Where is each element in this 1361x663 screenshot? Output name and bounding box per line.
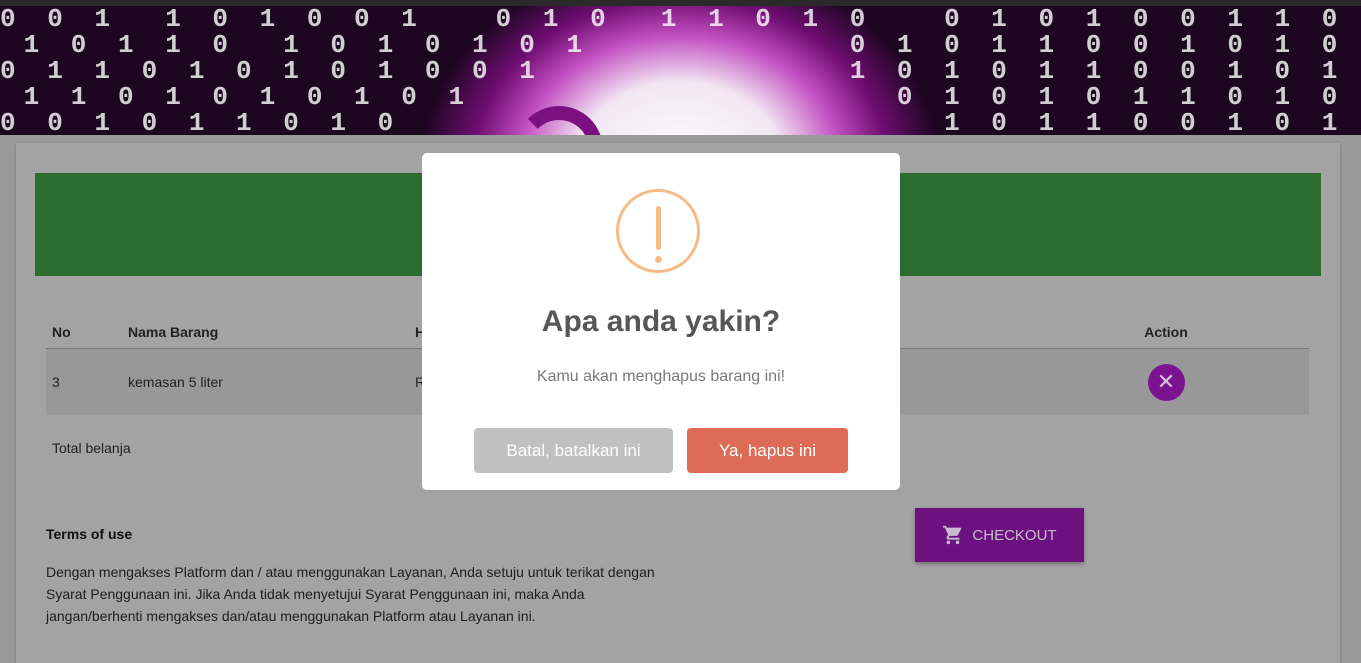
confirm-delete-button[interactable]: Ya, hapus ini	[687, 428, 848, 473]
dialog-title: Apa anda yakin?	[541, 305, 781, 338]
cancel-button[interactable]: Batal, batalkan ini	[474, 428, 673, 473]
dialog-text: Kamu akan menghapus barang ini!	[536, 368, 786, 385]
warning-icon	[616, 189, 700, 273]
confirm-delete-dialog: Apa anda yakin? Kamu akan menghapus bara…	[422, 153, 900, 490]
